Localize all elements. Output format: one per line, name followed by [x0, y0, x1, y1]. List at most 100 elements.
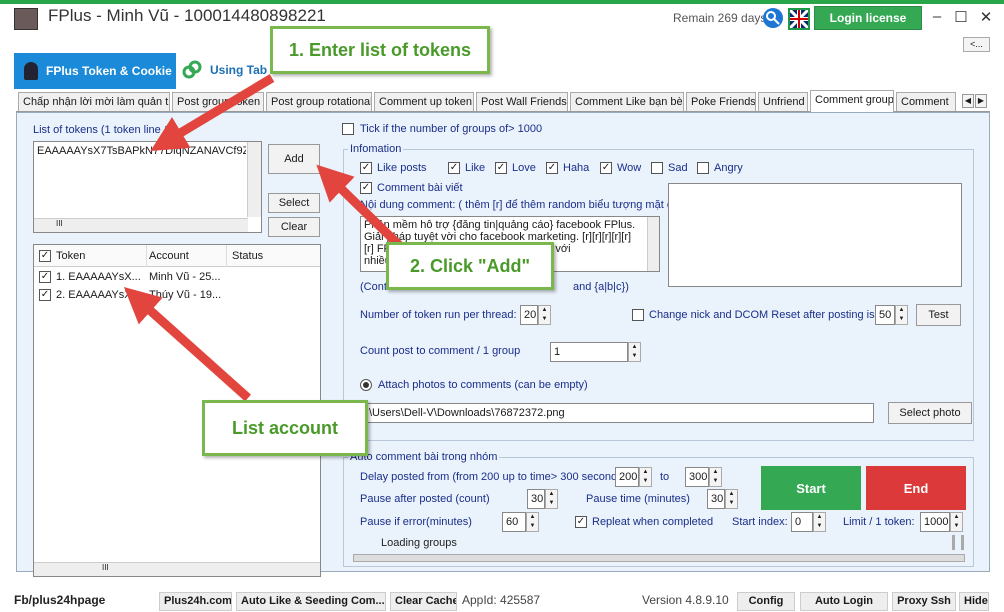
tab-poke-friends[interactable]: Poke Friends: [686, 92, 756, 111]
content-hint-left: (Cont: [360, 281, 387, 293]
maximize-button[interactable]: ☐: [951, 8, 971, 26]
key-icon[interactable]: [763, 8, 783, 28]
table-row[interactable]: ✓ 1. EAAAAAYsX... Minh Vũ - 25...: [34, 269, 320, 287]
tokens-per-thread-spinner[interactable]: ▲ ▼: [538, 305, 551, 325]
tab-comment-like-friends[interactable]: Comment Like bạn bè: [570, 92, 684, 111]
add-button[interactable]: Add: [268, 144, 320, 174]
token-vscroll[interactable]: [247, 142, 261, 217]
reaction-haha-label: Haha: [563, 162, 590, 174]
change-nick-checkbox[interactable]: [632, 309, 644, 321]
main-tab-token-cookie[interactable]: FPlus Token & Cookie: [14, 53, 176, 89]
repeat-checkbox[interactable]: ✓: [575, 516, 587, 528]
link-icon: [182, 60, 202, 80]
clear-button[interactable]: Clear: [268, 217, 320, 237]
change-nick-input[interactable]: 50: [875, 305, 895, 325]
limit-input[interactable]: 1000: [920, 512, 950, 532]
reaction-wow-label: Wow: [617, 162, 642, 174]
start-index-spinner[interactable]: ▲ ▼: [813, 512, 826, 532]
pause-after-label: Pause after posted (count): [360, 493, 490, 505]
plus24h-button[interactable]: Plus24h.com: [159, 592, 232, 611]
minimize-button[interactable]: –: [927, 8, 947, 25]
end-button[interactable]: End: [866, 466, 966, 510]
reaction-wow-checkbox[interactable]: ✓: [600, 162, 612, 174]
token-hscroll[interactable]: III: [34, 218, 248, 232]
tab-scroll-right-button[interactable]: ▶: [975, 94, 987, 108]
change-nick-spinner[interactable]: ▲ ▼: [895, 305, 908, 325]
col-divider: [146, 245, 147, 267]
auto-like-button[interactable]: Auto Like & Seeding Com...: [236, 592, 386, 611]
comment-post-checkbox[interactable]: ✓: [360, 182, 372, 194]
limit-spinner[interactable]: ▲ ▼: [950, 512, 963, 532]
config-button[interactable]: Config: [737, 592, 795, 611]
info-title: Infomation: [348, 143, 404, 155]
clear-cache-button[interactable]: Clear Cache: [390, 592, 457, 611]
tab-post-group-rotational[interactable]: Post group rotational: [266, 92, 372, 111]
token-textarea[interactable]: EAAAAAYsX7TsBAPkN77DiqNZANAVCf9Z III: [33, 141, 262, 233]
pause-after-spinner[interactable]: ▲ ▼: [545, 489, 558, 509]
attach-radio[interactable]: [360, 379, 372, 391]
delay-from-input[interactable]: 200: [615, 467, 639, 487]
like-posts-checkbox[interactable]: ✓: [360, 162, 372, 174]
pause-error-input[interactable]: 60: [502, 512, 526, 532]
reaction-sad-checkbox[interactable]: [651, 162, 663, 174]
preview-box[interactable]: [668, 183, 962, 287]
hide-button[interactable]: Hide: [959, 592, 989, 611]
user-icon: [24, 62, 38, 80]
delay-to-spinner[interactable]: ▲ ▼: [709, 467, 722, 487]
collapse-button[interactable]: <...: [963, 37, 990, 52]
count-post-spinner[interactable]: ▲ ▼: [628, 342, 641, 362]
tab-unfriend[interactable]: Unfriend: [758, 92, 808, 111]
main-tab-using-tab[interactable]: Using Tab: [210, 63, 267, 77]
content-label: Nội dung comment: ( thêm [r] để thêm ran…: [360, 199, 668, 211]
reaction-haha-checkbox[interactable]: ✓: [546, 162, 558, 174]
tab-comment-up-token[interactable]: Comment up token: [374, 92, 474, 111]
tab-comment-group[interactable]: Comment group: [810, 90, 894, 112]
pause-after-input[interactable]: 30: [527, 489, 545, 509]
count-post-label: Count post to comment / 1 group: [360, 345, 521, 357]
login-license-button[interactable]: Login license: [814, 6, 922, 30]
auto-login-button[interactable]: Auto Login: [800, 592, 888, 611]
pause-time-label: Pause time (minutes): [586, 493, 690, 505]
tab-accept-admin[interactable]: Chấp nhận lời mời làm quản trị: [18, 92, 170, 111]
uk-flag-icon[interactable]: [788, 8, 810, 30]
row-checkbox[interactable]: ✓: [39, 289, 51, 301]
reaction-like-label: Like: [465, 162, 486, 174]
select-button[interactable]: Select: [268, 193, 320, 213]
start-index-input[interactable]: 0: [791, 512, 813, 532]
delay-to-input[interactable]: 300: [685, 467, 709, 487]
callout-click-add: 2. Click "Add": [386, 242, 554, 290]
proxy-ssh-button[interactable]: Proxy Ssh: [892, 592, 956, 611]
auto-title: Auto comment bài trong nhóm: [348, 451, 500, 463]
reaction-love-label: Love: [512, 162, 536, 174]
photo-path-input[interactable]: \Users\Dell-V\Downloads\76872372.png: [362, 403, 874, 423]
tokens-per-thread-input[interactable]: 20: [520, 305, 538, 325]
tab-post-group-token[interactable]: Post group token: [172, 92, 264, 111]
table-hscroll[interactable]: III: [34, 562, 320, 576]
col-divider: [226, 245, 227, 267]
pause-time-input[interactable]: 30: [707, 489, 725, 509]
tick-groups-checkbox[interactable]: [342, 123, 354, 135]
comment-vscroll[interactable]: [647, 217, 659, 271]
close-button[interactable]: ✕: [976, 8, 996, 26]
comment-line: Phần mềm hỗ trợ {đăng tin|quảng cáo} fac…: [364, 219, 636, 231]
tab-post-wall-friends[interactable]: Post Wall Friends: [476, 92, 568, 111]
start-button[interactable]: Start: [761, 466, 861, 510]
test-button[interactable]: Test: [916, 304, 961, 326]
pause-time-spinner[interactable]: ▲ ▼: [725, 489, 738, 509]
callout-list-account: List account: [202, 400, 368, 456]
select-all-checkbox[interactable]: ✓: [39, 250, 51, 262]
change-nick-label: Change nick and DCOM Reset after posting…: [649, 309, 875, 321]
tab-comment[interactable]: Comment: [896, 92, 956, 111]
table-row[interactable]: ✓ 2. EAAAAAYsX... Thúy Vũ - 19...: [34, 287, 320, 305]
count-post-input[interactable]: 1: [550, 342, 628, 362]
col-status: Status: [232, 250, 264, 262]
row-checkbox[interactable]: ✓: [39, 271, 51, 283]
select-photo-button[interactable]: Select photo: [888, 402, 972, 424]
pause-error-spinner[interactable]: ▲ ▼: [526, 512, 539, 532]
reaction-like-checkbox[interactable]: ✓: [448, 162, 460, 174]
function-tabs: Chấp nhận lời mời làm quản trị Post grou…: [16, 90, 990, 112]
reaction-angry-checkbox[interactable]: [697, 162, 709, 174]
delay-from-spinner[interactable]: ▲ ▼: [639, 467, 652, 487]
tab-scroll-left-button[interactable]: ◀: [962, 94, 974, 108]
reaction-love-checkbox[interactable]: ✓: [495, 162, 507, 174]
